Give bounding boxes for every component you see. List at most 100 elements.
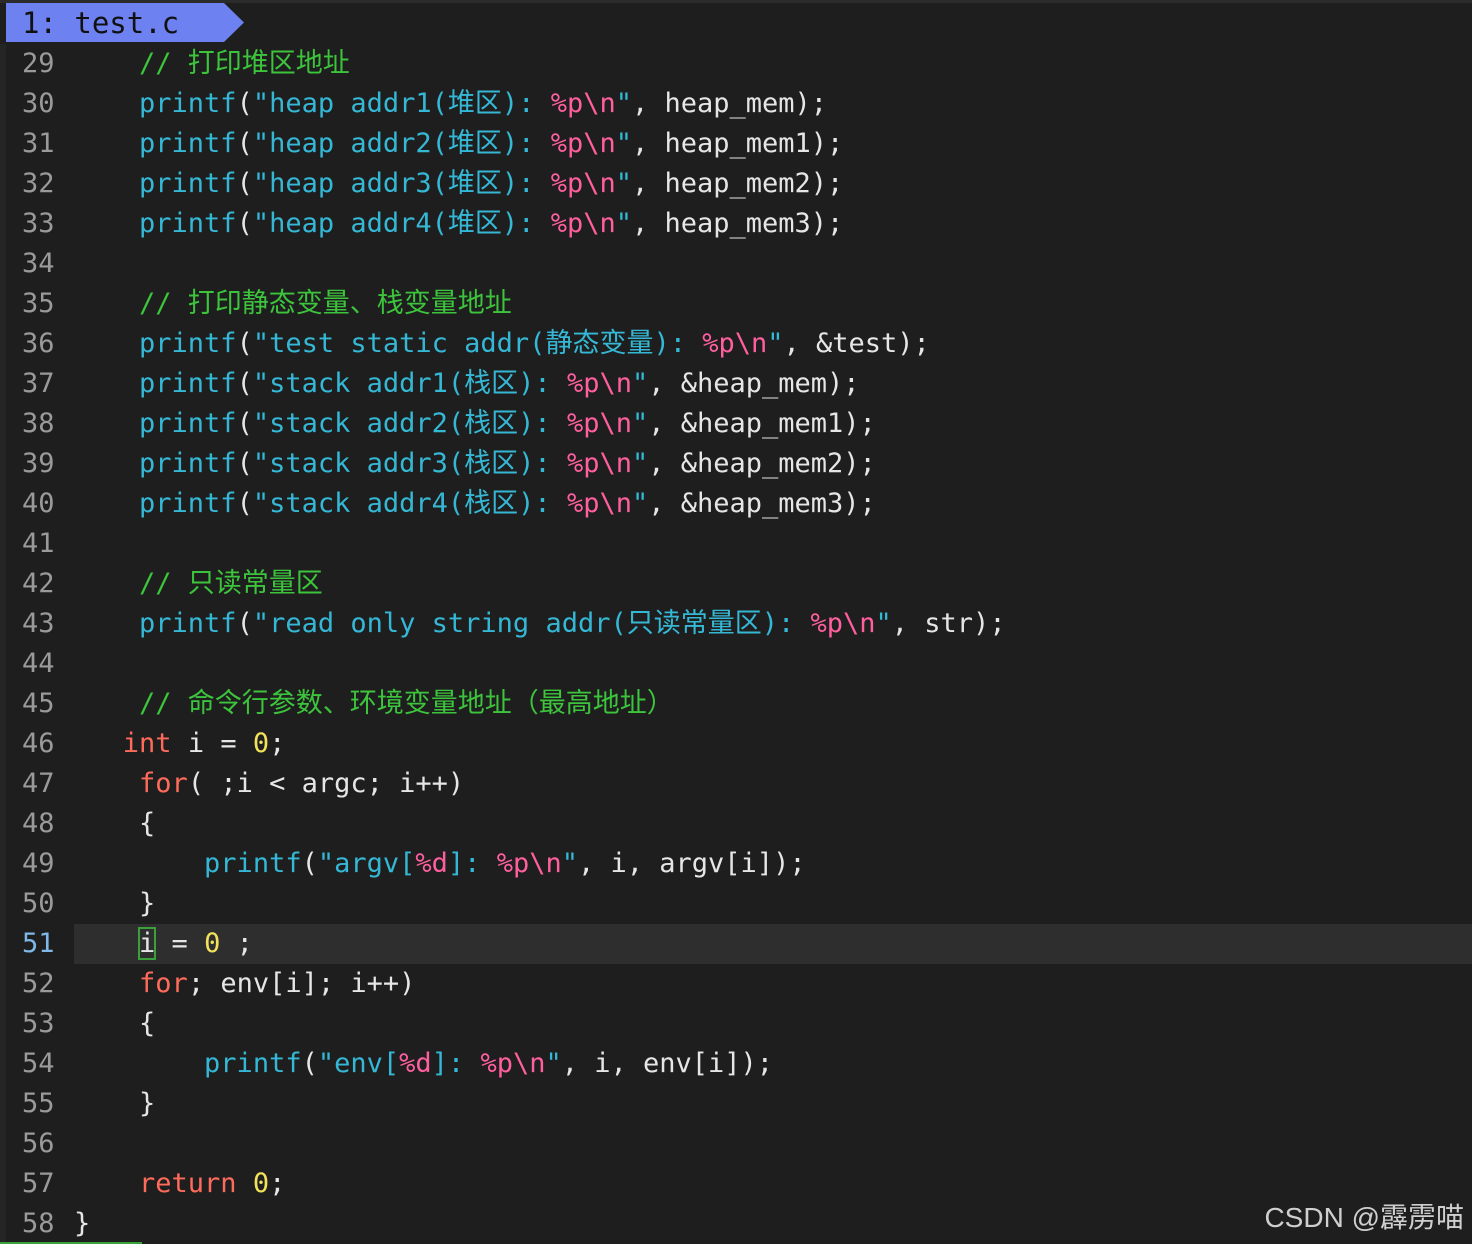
code-line[interactable]: 35 // 打印静态变量、栈变量地址 bbox=[0, 284, 1472, 324]
code-token-plain: ( bbox=[236, 328, 253, 359]
code-token-str: " bbox=[615, 168, 632, 199]
code-line[interactable]: 53 { bbox=[0, 1004, 1472, 1044]
code-token-str: "heap addr4(堆区): bbox=[252, 208, 551, 239]
code-token-plain: } bbox=[139, 888, 156, 919]
code-line[interactable]: 38 printf("stack addr2(栈区): %p\n", &heap… bbox=[0, 404, 1472, 444]
line-number: 48 bbox=[22, 808, 55, 839]
line-code[interactable]: for( ;i < argc; i++) bbox=[74, 764, 464, 804]
code-token-plain: ( ;i < argc; i++) bbox=[187, 768, 465, 799]
text-cursor: i bbox=[138, 927, 157, 960]
code-line[interactable]: 46 int i = 0; bbox=[0, 724, 1472, 764]
code-editor[interactable]: 1: test.c 29 // 打印堆区地址 30 printf("heap ad… bbox=[0, 0, 1472, 1244]
line-code[interactable]: for; env[i]; i++) bbox=[74, 964, 415, 1004]
code-token-plain: , heap_mem3); bbox=[631, 208, 844, 239]
code-line[interactable]: 43 printf("read only string addr(只读常量区):… bbox=[0, 604, 1472, 644]
code-token-func: printf bbox=[139, 328, 237, 359]
line-code[interactable]: i = 0 ; bbox=[74, 924, 253, 964]
code-token-plain: ; bbox=[220, 928, 253, 959]
code-line[interactable]: 57 return 0; bbox=[0, 1164, 1472, 1204]
code-token-kw: for bbox=[139, 768, 188, 799]
line-number: 37 bbox=[22, 368, 55, 399]
line-code[interactable]: { bbox=[74, 804, 155, 844]
line-code[interactable]: } bbox=[74, 884, 155, 924]
code-token-str: "argv[ bbox=[317, 848, 416, 879]
line-number: 40 bbox=[22, 488, 55, 519]
line-code[interactable]: printf("heap addr1(堆区): %p\n", heap_mem)… bbox=[74, 84, 827, 124]
code-lines[interactable]: 29 // 打印堆区地址 30 printf("heap addr1(堆区): %… bbox=[0, 44, 1472, 1244]
code-line[interactable]: 47 for( ;i < argc; i++) bbox=[0, 764, 1472, 804]
code-line[interactable]: 40 printf("stack addr4(栈区): %p\n", &heap… bbox=[0, 484, 1472, 524]
code-token-str: "stack addr4(栈区): bbox=[252, 488, 567, 519]
code-line[interactable]: 50 } bbox=[0, 884, 1472, 924]
code-token-plain: = bbox=[155, 928, 205, 959]
code-token-kw: for bbox=[139, 968, 188, 999]
code-line[interactable]: 52 for; env[i]; i++) bbox=[0, 964, 1472, 1004]
code-token-comment: // 打印堆区地址 bbox=[139, 48, 350, 79]
code-line[interactable]: 45 // 命令行参数、环境变量地址（最高地址） bbox=[0, 684, 1472, 724]
code-line[interactable]: 30 printf("heap addr1(堆区): %p\n", heap_m… bbox=[0, 84, 1472, 124]
code-line[interactable]: 48 { bbox=[0, 804, 1472, 844]
code-line[interactable]: 39 printf("stack addr3(栈区): %p\n", &heap… bbox=[0, 444, 1472, 484]
code-token-plain: ( bbox=[236, 208, 253, 239]
line-code[interactable]: printf("stack addr3(栈区): %p\n", &heap_me… bbox=[74, 444, 876, 484]
code-line[interactable]: 51 i = 0 ; bbox=[0, 924, 1472, 964]
line-code[interactable]: printf("test static addr(静态变量): %p\n", &… bbox=[74, 324, 930, 364]
line-code[interactable]: return 0; bbox=[74, 1164, 285, 1204]
code-line[interactable]: 33 printf("heap addr4(堆区): %p\n", heap_m… bbox=[0, 204, 1472, 244]
code-line[interactable]: 58} bbox=[0, 1204, 1472, 1244]
code-line[interactable]: 41 bbox=[0, 524, 1472, 564]
code-line[interactable]: 29 // 打印堆区地址 bbox=[0, 44, 1472, 84]
line-code[interactable]: printf("stack addr2(栈区): %p\n", &heap_me… bbox=[74, 404, 876, 444]
code-token-fmt: %p\n bbox=[480, 1048, 546, 1079]
line-code[interactable]: // 打印堆区地址 bbox=[74, 44, 350, 84]
line-code[interactable]: // 打印静态变量、栈变量地址 bbox=[74, 284, 512, 324]
code-line[interactable]: 42 // 只读常量区 bbox=[0, 564, 1472, 604]
code-token-plain: ( bbox=[236, 408, 253, 439]
code-line[interactable]: 44 bbox=[0, 644, 1472, 684]
line-code[interactable]: printf("read only string addr(只读常量区): %p… bbox=[74, 604, 1006, 644]
line-code[interactable]: // 只读常量区 bbox=[74, 564, 323, 604]
line-number: 55 bbox=[22, 1088, 55, 1119]
line-code[interactable]: // 命令行参数、环境变量地址（最高地址） bbox=[74, 684, 674, 724]
file-tab[interactable]: 1: test.c bbox=[6, 3, 244, 42]
code-line[interactable]: 56 bbox=[0, 1124, 1472, 1164]
code-token-func: printf bbox=[139, 608, 237, 639]
code-token-str: "stack addr1(栈区): bbox=[252, 368, 567, 399]
line-code[interactable]: printf("heap addr3(堆区): %p\n", heap_mem2… bbox=[74, 164, 843, 204]
code-token-plain: , i, argv[i]); bbox=[578, 848, 806, 879]
code-token-func: printf bbox=[204, 1048, 302, 1079]
code-line[interactable]: 36 printf("test static addr(静态变量): %p\n"… bbox=[0, 324, 1472, 364]
code-line[interactable]: 49 printf("argv[%d]: %p\n", i, argv[i]); bbox=[0, 844, 1472, 884]
code-line[interactable]: 37 printf("stack addr1(栈区): %p\n", &heap… bbox=[0, 364, 1472, 404]
code-line[interactable]: 54 printf("env[%d]: %p\n", i, env[i]); bbox=[0, 1044, 1472, 1084]
line-number: 36 bbox=[22, 328, 55, 359]
line-number: 43 bbox=[22, 608, 55, 639]
line-code[interactable]: printf("stack addr4(栈区): %p\n", &heap_me… bbox=[74, 484, 876, 524]
line-code[interactable]: int i = 0; bbox=[74, 724, 286, 764]
code-line[interactable]: 32 printf("heap addr3(堆区): %p\n", heap_m… bbox=[0, 164, 1472, 204]
line-code[interactable]: printf("heap addr2(堆区): %p\n", heap_mem1… bbox=[74, 124, 843, 164]
line-number: 50 bbox=[22, 888, 55, 919]
code-line[interactable]: 55 } bbox=[0, 1084, 1472, 1124]
line-code[interactable]: } bbox=[74, 1204, 90, 1244]
line-code[interactable]: printf("env[%d]: %p\n", i, env[i]); bbox=[74, 1044, 773, 1084]
line-code[interactable]: { bbox=[74, 1004, 155, 1044]
line-code[interactable]: printf("argv[%d]: %p\n", i, argv[i]); bbox=[74, 844, 806, 884]
code-token-plain: , &heap_mem1); bbox=[648, 408, 876, 439]
line-code[interactable]: printf("stack addr1(栈区): %p\n", &heap_me… bbox=[74, 364, 860, 404]
code-token-func: printf bbox=[139, 208, 237, 239]
code-token-str: " bbox=[875, 608, 892, 639]
code-line[interactable]: 34 bbox=[0, 244, 1472, 284]
line-code[interactable]: } bbox=[74, 1084, 155, 1124]
code-line[interactable]: 31 printf("heap addr2(堆区): %p\n", heap_m… bbox=[0, 124, 1472, 164]
code-token-comment: // 命令行参数、环境变量地址（最高地址） bbox=[139, 688, 674, 719]
line-code[interactable]: printf("heap addr4(堆区): %p\n", heap_mem3… bbox=[74, 204, 843, 244]
